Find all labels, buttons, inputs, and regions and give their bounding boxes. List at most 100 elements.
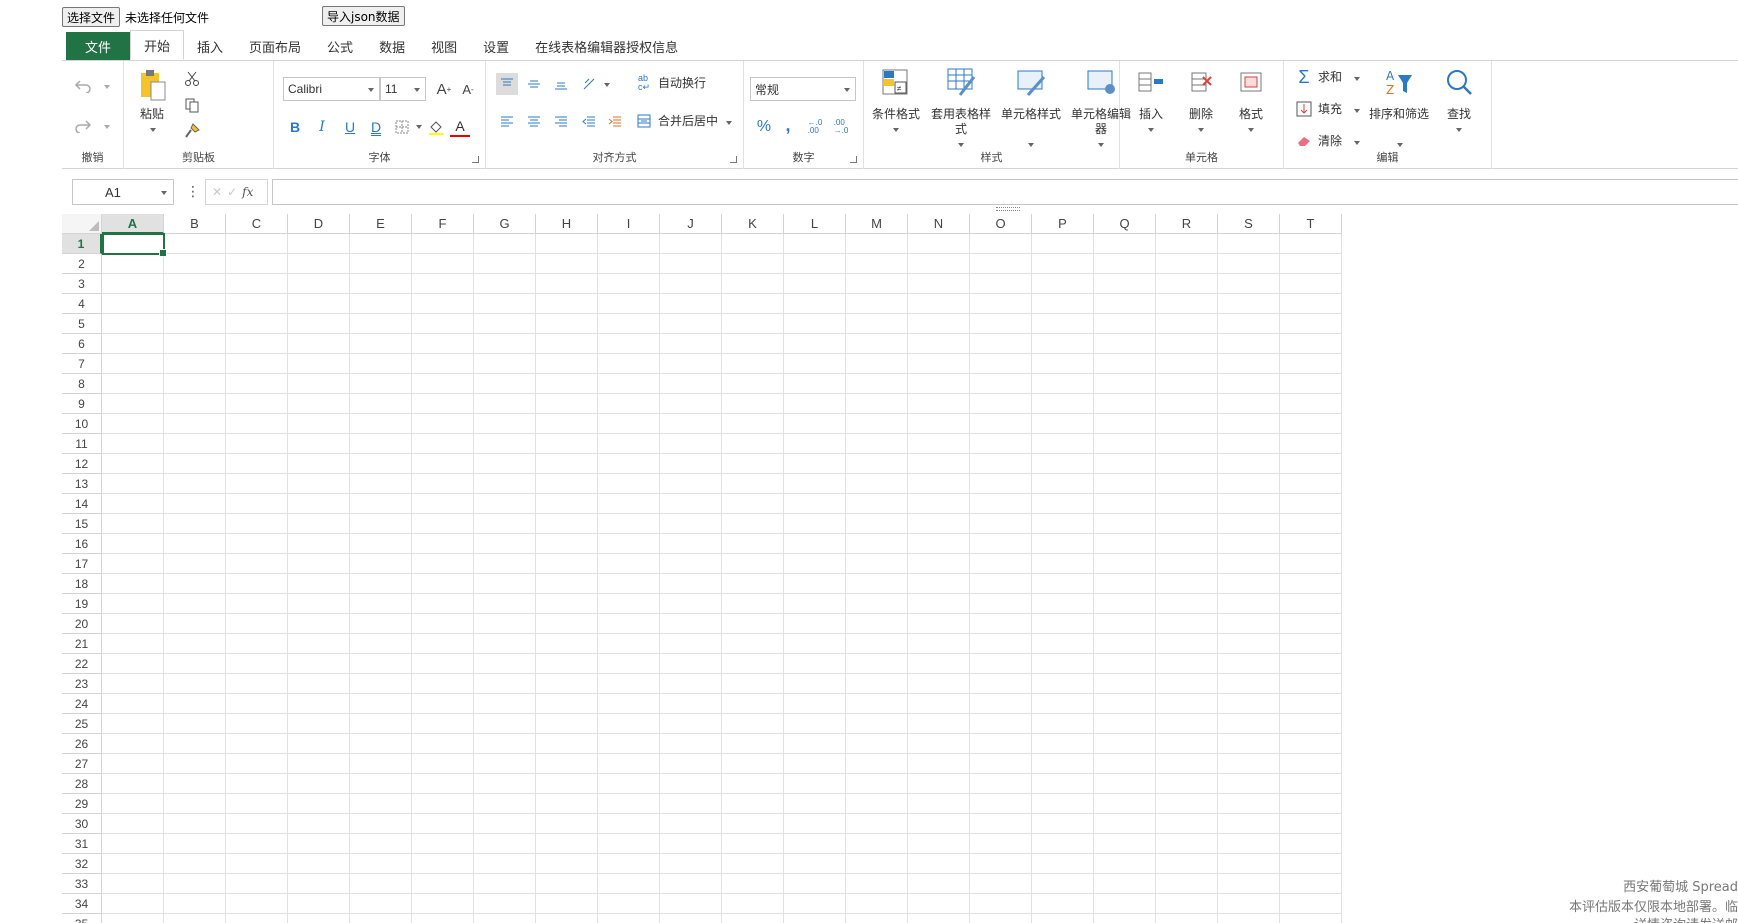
tab-license-info[interactable]: 在线表格编辑器授权信息 <box>522 32 691 60</box>
font-launcher-icon[interactable] <box>472 156 479 163</box>
merge-center-label[interactable]: 合并后居中 <box>658 114 728 129</box>
table-style-icon[interactable] <box>944 65 978 99</box>
undo-icon[interactable] <box>72 75 94 97</box>
row-header[interactable]: 14 <box>62 494 102 514</box>
name-box[interactable]: A1 <box>72 179 174 205</box>
import-json-button[interactable]: 导入json数据 <box>322 6 405 26</box>
format-cells-dropdown-icon[interactable] <box>1248 128 1254 132</box>
column-header[interactable]: H <box>536 214 598 234</box>
column-header[interactable]: S <box>1218 214 1280 234</box>
row-header[interactable]: 30 <box>62 814 102 834</box>
table-style-label[interactable]: 套用表格样式 <box>930 107 992 137</box>
column-header[interactable]: C <box>226 214 288 234</box>
alignment-launcher-icon[interactable] <box>730 156 737 163</box>
comma-button[interactable]: , <box>778 115 798 135</box>
fill-dropdown-icon[interactable] <box>1354 109 1360 113</box>
column-header[interactable]: P <box>1032 214 1094 234</box>
increase-indent-icon[interactable] <box>604 111 626 133</box>
redo-icon[interactable] <box>72 115 94 137</box>
merge-center-icon[interactable] <box>634 111 654 131</box>
cut-icon[interactable] <box>182 69 202 89</box>
delete-cells-icon[interactable] <box>1186 67 1216 97</box>
column-header[interactable]: Q <box>1094 214 1156 234</box>
font-color-icon[interactable]: A <box>450 117 470 137</box>
row-header[interactable]: 9 <box>62 394 102 414</box>
align-right-icon[interactable] <box>550 111 572 133</box>
paste-icon[interactable] <box>136 67 170 103</box>
fill-color-icon[interactable] <box>426 117 446 137</box>
wrap-text-icon[interactable]: ab c↵ <box>634 73 654 93</box>
column-header[interactable]: K <box>722 214 784 234</box>
paste-dropdown-icon[interactable] <box>150 128 156 132</box>
orientation-icon[interactable] <box>578 73 600 95</box>
borders-icon[interactable] <box>392 117 412 137</box>
column-header[interactable]: E <box>350 214 412 234</box>
column-header[interactable]: T <box>1280 214 1342 234</box>
insert-cells-icon[interactable] <box>1136 67 1166 97</box>
sort-filter-label[interactable]: 排序和筛选 <box>1368 107 1430 122</box>
format-painter-icon[interactable] <box>182 121 202 141</box>
font-size-select[interactable]: 11 <box>380 77 426 101</box>
copy-icon[interactable] <box>182 95 202 115</box>
fill-label[interactable]: 填充 <box>1318 102 1354 117</box>
sort-filter-icon[interactable]: AZ <box>1382 65 1416 99</box>
undo-dropdown-icon[interactable] <box>104 85 110 89</box>
choose-file-button[interactable]: 选择文件 <box>62 7 121 27</box>
row-header[interactable]: 20 <box>62 614 102 634</box>
column-header[interactable]: F <box>412 214 474 234</box>
sum-dropdown-icon[interactable] <box>1354 77 1360 81</box>
tab-data[interactable]: 数据 <box>366 32 418 60</box>
row-header[interactable]: 33 <box>62 874 102 894</box>
row-header[interactable]: 11 <box>62 434 102 454</box>
row-header[interactable]: 1 <box>62 234 102 254</box>
row-header[interactable]: 29 <box>62 794 102 814</box>
column-header[interactable]: N <box>908 214 970 234</box>
redo-dropdown-icon[interactable] <box>104 125 110 129</box>
row-header[interactable]: 26 <box>62 734 102 754</box>
cell-area[interactable] <box>102 234 1342 923</box>
conditional-format-dropdown-icon[interactable] <box>893 128 899 132</box>
row-header[interactable]: 13 <box>62 474 102 494</box>
font-name-select[interactable]: Calibri <box>283 77 380 101</box>
insert-cells-label[interactable]: 插入 <box>1128 107 1174 122</box>
row-header[interactable]: 8 <box>62 374 102 394</box>
row-header[interactable]: 22 <box>62 654 102 674</box>
increase-font-icon[interactable]: A + <box>434 79 454 99</box>
wrap-text-label[interactable]: 自动换行 <box>658 76 718 91</box>
row-header[interactable]: 2 <box>62 254 102 274</box>
conditional-format-label[interactable]: 条件格式 <box>864 107 928 122</box>
format-cells-icon[interactable] <box>1236 67 1266 97</box>
row-header[interactable]: 27 <box>62 754 102 774</box>
tab-view[interactable]: 视图 <box>418 32 470 60</box>
row-header[interactable]: 34 <box>62 894 102 914</box>
confirm-icon[interactable]: ✓ <box>227 185 237 199</box>
clear-dropdown-icon[interactable] <box>1354 141 1360 145</box>
decrease-font-icon[interactable]: A- <box>458 79 478 99</box>
align-middle-icon[interactable] <box>523 73 545 95</box>
column-header[interactable]: D <box>288 214 350 234</box>
clear-icon[interactable] <box>1294 131 1314 151</box>
delete-cells-dropdown-icon[interactable] <box>1198 128 1204 132</box>
row-header[interactable]: 28 <box>62 774 102 794</box>
increase-decimal-icon[interactable]: ←.0.00 <box>804 117 826 137</box>
insert-cells-dropdown-icon[interactable] <box>1148 128 1154 132</box>
column-header[interactable]: I <box>598 214 660 234</box>
column-header[interactable]: R <box>1156 214 1218 234</box>
cell-style-label[interactable]: 单元格样式 <box>998 107 1064 122</box>
delete-cells-label[interactable]: 删除 <box>1178 107 1224 122</box>
formula-bar-resize-handle[interactable] <box>996 207 1020 211</box>
paste-label[interactable]: 粘贴 <box>132 107 172 122</box>
align-left-icon[interactable] <box>496 111 518 133</box>
row-header[interactable]: 3 <box>62 274 102 294</box>
more-options-icon[interactable]: ⋮ <box>186 183 200 200</box>
align-center-icon[interactable] <box>523 111 545 133</box>
column-header[interactable]: L <box>784 214 846 234</box>
column-header[interactable]: J <box>660 214 722 234</box>
italic-button[interactable]: I <box>312 117 332 137</box>
row-header[interactable]: 18 <box>62 574 102 594</box>
clear-label[interactable]: 清除 <box>1318 134 1354 149</box>
find-icon[interactable] <box>1442 65 1476 99</box>
column-header[interactable]: M <box>846 214 908 234</box>
sum-label[interactable]: 求和 <box>1318 70 1354 85</box>
row-header[interactable]: 19 <box>62 594 102 614</box>
